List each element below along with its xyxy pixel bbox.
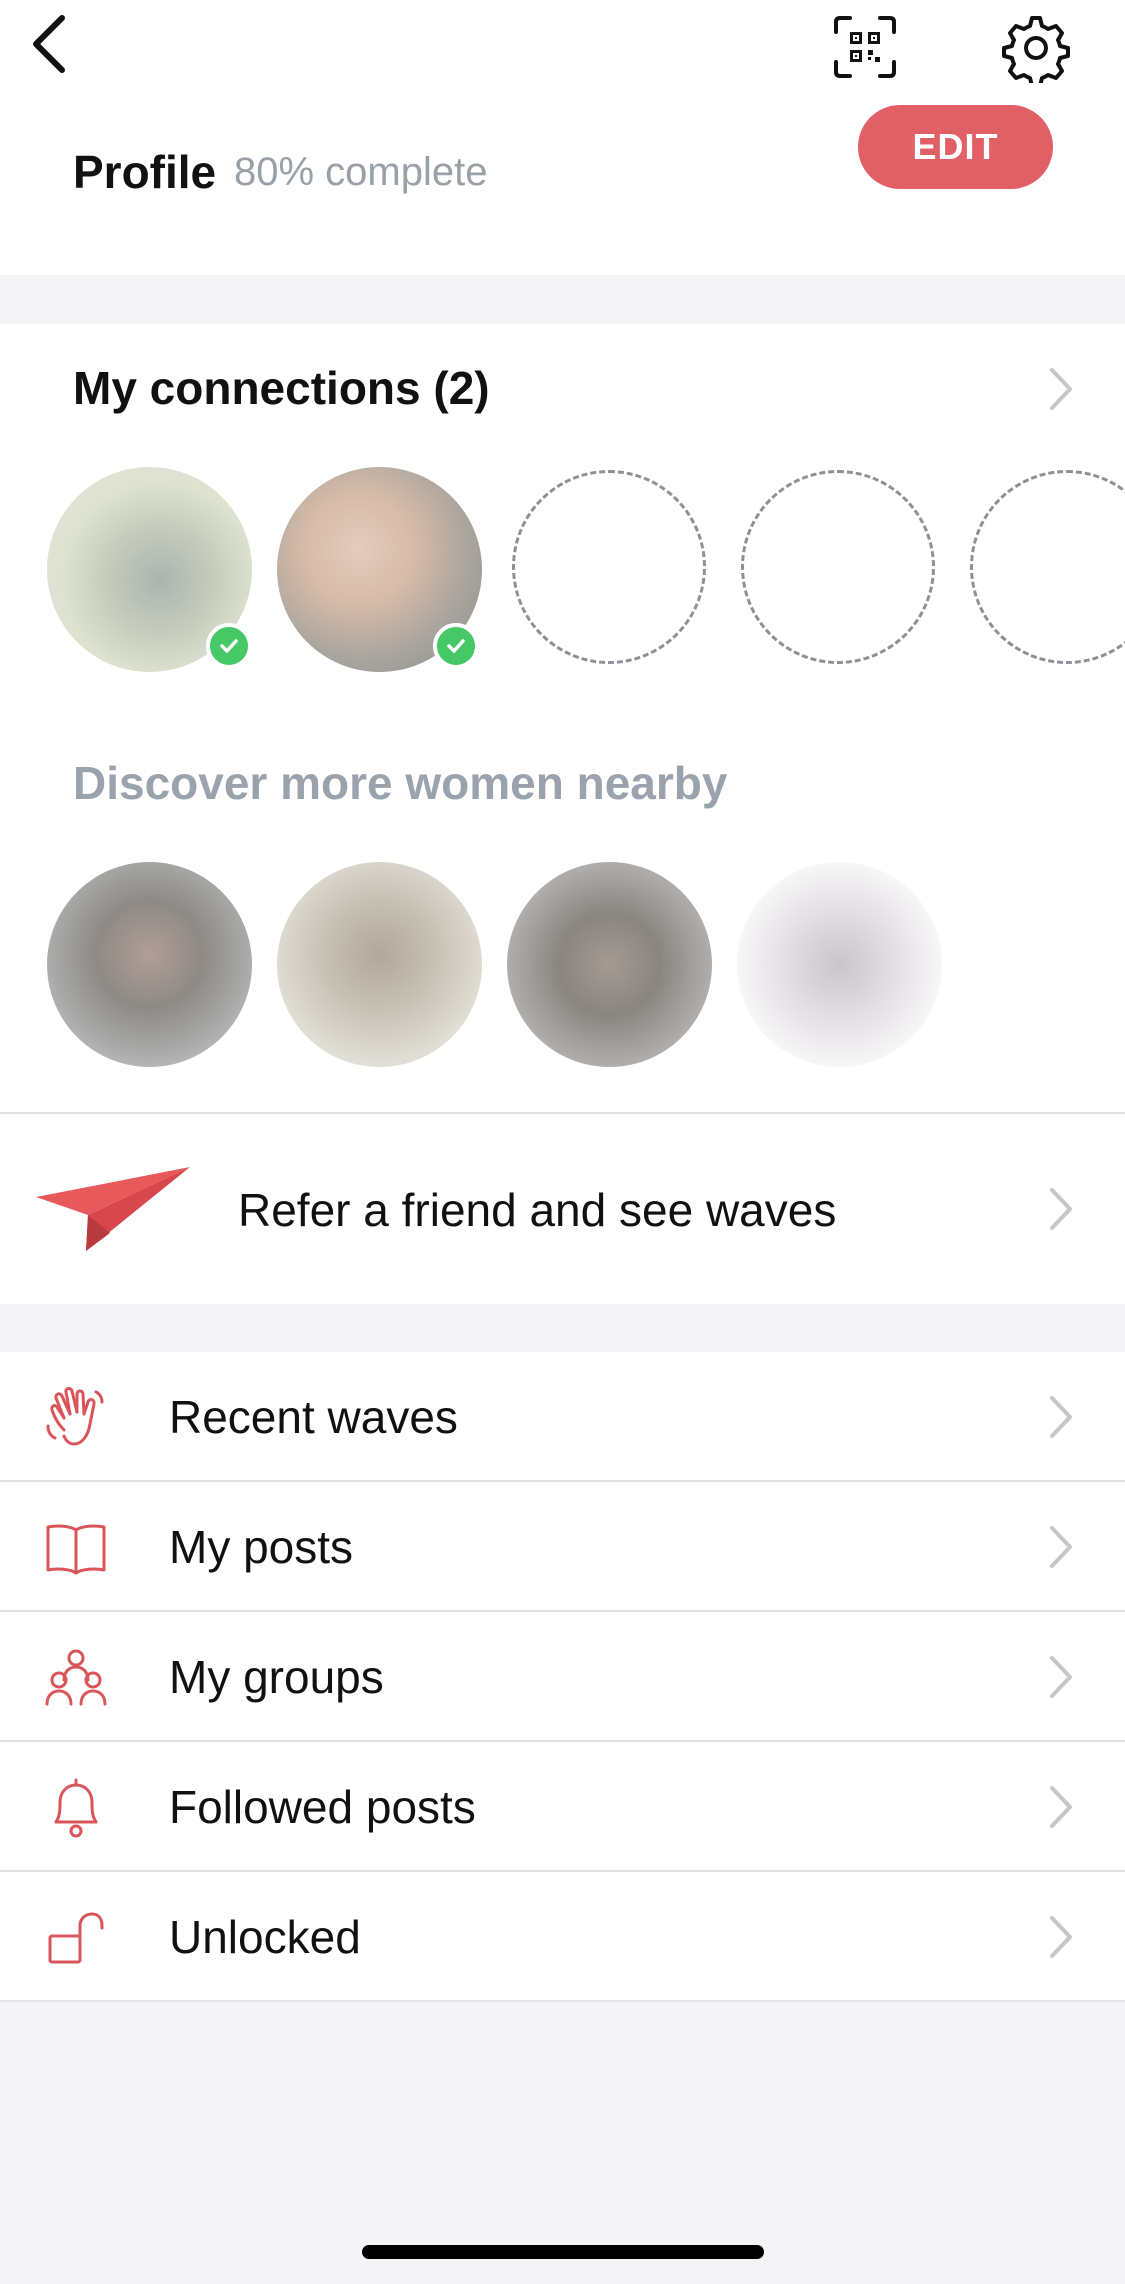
profile-progress: 80% complete bbox=[234, 150, 488, 194]
menu-item-unlocked[interactable]: Unlocked bbox=[0, 1872, 1125, 2002]
menu-item-recent-waves[interactable]: Recent waves bbox=[0, 1352, 1125, 1482]
menu-item-label: Recent waves bbox=[169, 1391, 458, 1443]
chevron-right-icon bbox=[1050, 1916, 1072, 1958]
bell-icon bbox=[54, 1778, 98, 1838]
menu-item-my-posts[interactable]: My posts bbox=[0, 1482, 1125, 1612]
discover-title: Discover more women nearby bbox=[73, 757, 728, 809]
profile-title: Profile bbox=[73, 146, 217, 198]
menu-item-my-groups[interactable]: My groups bbox=[0, 1612, 1125, 1742]
menu-item-label: Followed posts bbox=[169, 1781, 476, 1833]
nearby-profile-avatar[interactable] bbox=[507, 862, 712, 1067]
divider bbox=[0, 2000, 1125, 2002]
chevron-right-icon bbox=[1050, 1656, 1072, 1698]
qr-scan-icon bbox=[834, 16, 896, 78]
refer-friend-label: Refer a friend and see waves bbox=[238, 1184, 837, 1236]
home-indicator[interactable] bbox=[362, 2245, 764, 2259]
wave-hand-icon bbox=[46, 1387, 104, 1446]
book-icon bbox=[46, 1524, 106, 1575]
chevron-right-icon bbox=[1050, 1786, 1072, 1828]
edit-profile-button[interactable]: EDIT bbox=[858, 105, 1053, 189]
nearby-profile-avatar[interactable] bbox=[277, 862, 482, 1067]
menu-list: Recent waves My posts My groups Followed… bbox=[0, 1352, 1125, 2002]
connections-title[interactable]: My connections (2) bbox=[73, 361, 490, 415]
unlock-icon bbox=[48, 1912, 104, 1964]
group-icon bbox=[45, 1649, 107, 1706]
nearby-profile-avatar[interactable] bbox=[47, 862, 252, 1067]
check-badge-icon bbox=[433, 623, 479, 669]
gear-icon bbox=[1002, 16, 1070, 83]
menu-item-followed-posts[interactable]: Followed posts bbox=[0, 1742, 1125, 1872]
qr-code-button[interactable] bbox=[830, 12, 900, 82]
paper-plane-icon bbox=[36, 1167, 190, 1251]
menu-item-label: My groups bbox=[169, 1651, 384, 1703]
chevron-right-icon[interactable] bbox=[1046, 366, 1076, 412]
menu-item-label: My posts bbox=[169, 1521, 354, 1573]
nearby-profile-avatar[interactable] bbox=[737, 862, 942, 1067]
back-button[interactable] bbox=[18, 14, 78, 74]
empty-connection-slot[interactable] bbox=[512, 470, 706, 664]
chevron-right-icon bbox=[1050, 1526, 1072, 1568]
settings-button[interactable] bbox=[998, 10, 1074, 86]
chevron-right-icon bbox=[1050, 1188, 1072, 1230]
menu-item-label: Unlocked bbox=[169, 1911, 361, 1963]
empty-connection-slot[interactable] bbox=[741, 470, 935, 664]
chevron-right-icon bbox=[1050, 1396, 1072, 1438]
chevron-left-icon bbox=[33, 15, 65, 73]
check-badge-icon bbox=[206, 623, 252, 669]
